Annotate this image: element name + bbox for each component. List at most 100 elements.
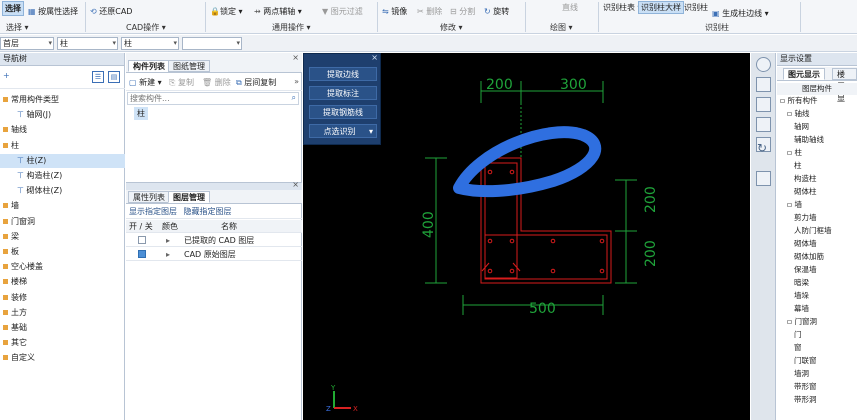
nav-tree-item[interactable]: 楼梯 [0,275,125,289]
delete-button[interactable]: ✂ 删除 [417,6,442,17]
nav-tree-item[interactable]: 墙 [0,199,125,213]
identify-column-button[interactable]: 识别柱 [684,2,708,13]
view-3d-icon[interactable] [756,57,771,72]
display-tree-item[interactable]: 暗梁 [777,277,857,289]
layer-visible-checkbox[interactable] [138,236,146,244]
display-tree-item[interactable]: 带形洞 [777,394,857,406]
zoom-icon[interactable] [756,171,771,186]
nav-tree-item[interactable]: 空心楼盖 [0,260,125,274]
layer-filter-button[interactable]: ▼ 图元过滤 [322,6,363,17]
display-tree-item[interactable]: 门联窗 [777,355,857,367]
component-item[interactable]: 柱 [134,107,148,120]
display-tree-item[interactable]: 门 [777,329,857,341]
tab-floor-display[interactable]: 楼层显 [832,68,857,103]
layer-copy-button[interactable]: ⧉ 层间复制 [236,77,276,88]
nav-tree-item[interactable]: 轴线 [0,123,125,137]
display-tree-item[interactable]: 砌体加筋 [777,251,857,263]
close-icon[interactable]: × [292,53,299,62]
attr-select-button[interactable]: ▦ 按属性选择 [28,6,78,17]
nav-tree-item[interactable]: 常用构件类型 [0,93,125,107]
layer-color-swatch[interactable]: ▸ [166,248,170,261]
search-icon[interactable]: ⌕ [292,93,296,103]
display-tree-item[interactable]: 砌体柱 [777,186,857,198]
grid-view-icon[interactable]: ▤ [108,71,120,83]
two-point-aux-button[interactable]: ⇸ 两点辅轴 ▾ [254,6,302,17]
tab-attribute-list[interactable]: 属性列表 [128,191,170,203]
identify-column-table-button[interactable]: 识别柱表 ▾ [603,2,642,13]
select-button[interactable]: 选择 [2,1,24,16]
display-tree-item[interactable]: ▫ 所有构件 [777,95,857,107]
display-tree-item[interactable]: ▫ 墙 [777,199,857,211]
new-button[interactable]: ▢ 新建 ▾ [129,77,162,88]
nav-tree-item[interactable]: 柱 [0,139,125,153]
nav-tree-item[interactable]: 门窗洞 [0,215,125,229]
extract-edge-button[interactable]: 提取边线 [309,67,377,81]
display-tree-item[interactable]: ▫ 门窗洞 [777,316,857,328]
layer-row[interactable]: ▸ 已提取的 CAD 图层 [126,234,302,247]
search-box[interactable]: ⌕ [127,92,299,105]
extract-rebar-button[interactable]: 提取钢筋线 [309,105,377,119]
display-tree-item[interactable]: ▫ 轴线 [777,108,857,120]
mirror-button[interactable]: ⇋ 镜像 [382,6,407,17]
show-layer-button[interactable]: 显示指定图层 [129,207,177,216]
display-tree-item[interactable]: 保温墙 [777,264,857,276]
type-select-2[interactable]: 柱 ▾ [121,37,179,50]
identify-column-large-button[interactable]: 识别柱大样 [638,1,684,14]
nav-tree-item[interactable]: 板 [0,245,125,259]
display-tree-item[interactable]: 墙垛 [777,290,857,302]
copy-button[interactable]: ⎘ 复制 [169,77,194,88]
tab-drawing-manage[interactable]: 图纸管理 [168,60,210,72]
view-top-icon[interactable] [756,77,771,92]
line-button[interactable]: 直线 [562,2,578,13]
display-tree-item[interactable]: 辅助轴线 [777,134,857,146]
tab-layer-manage[interactable]: 图层管理 [168,191,210,203]
restore-cad-button[interactable]: ⟲ 还原CAD [90,6,132,17]
type-select-3[interactable]: ▾ [182,37,242,50]
more-icon[interactable]: » [294,77,299,86]
add-icon[interactable]: + [3,71,10,80]
display-tree-item[interactable]: 构造柱 [777,173,857,185]
close-icon[interactable]: × [371,53,378,62]
splitter[interactable]: × [126,180,302,190]
hide-layer-button[interactable]: 隐藏指定图层 [184,207,232,216]
type-select-1[interactable]: 柱 ▾ [57,37,118,50]
display-tree-item[interactable]: 柱 [777,160,857,172]
list-view-icon[interactable]: ☰ [92,71,104,83]
refresh-icon[interactable]: ↻ [757,141,767,155]
display-tree-item[interactable]: 剪力墙 [777,212,857,224]
nav-tree-item[interactable]: ⊤ 轴网(J) [0,108,125,122]
extract-label-button[interactable]: 提取标注 [309,86,377,100]
display-tree-item[interactable]: 幕墙 [777,303,857,315]
nav-tree-item[interactable]: ⊤ 柱(Z) [0,153,125,168]
delete-component-button[interactable]: 🗑 删除 [202,77,231,88]
display-tree-item[interactable]: 砌体墙 [777,238,857,250]
close-icon[interactable]: × [292,180,299,189]
tab-component-list[interactable]: 构件列表 [128,60,170,72]
display-tree-item[interactable]: 墙洞 [777,368,857,380]
view-box-icon[interactable] [756,117,771,132]
floor-select[interactable]: 首层 ▾ [0,37,54,50]
nav-tree-item[interactable]: 其它 [0,336,125,350]
layer-visible-checkbox[interactable] [138,250,146,258]
display-tree-item[interactable]: 人防门框墙 [777,225,857,237]
nav-tree-item[interactable]: ⊤ 构造柱(Z) [0,169,125,183]
lock-button[interactable]: 🔒锁定 ▾ [210,6,243,17]
nav-tree-item[interactable]: 自定义 [0,351,125,365]
nav-tree-item[interactable]: 基础 [0,321,125,335]
display-tree-item[interactable]: ▫ 柱 [777,147,857,159]
nav-tree-item[interactable]: ⊤ 砌体柱(Z) [0,184,125,198]
nav-tree-item[interactable]: 土方 [0,306,125,320]
rotate-button[interactable]: ↻ 旋转 [484,6,509,17]
tab-element-display[interactable]: 图元显示 [783,68,825,80]
display-tree-item[interactable]: 窗 [777,342,857,354]
layer-row[interactable]: ▸ CAD 原始图层 [126,248,302,261]
split-button[interactable]: ⊟ 分割 [450,6,475,17]
nav-tree-item[interactable]: 梁 [0,230,125,244]
display-tree-item[interactable]: 带形窗 [777,381,857,393]
search-input[interactable] [128,93,278,104]
layer-color-swatch[interactable]: ▸ [166,234,170,247]
point-identify-button[interactable]: 点选识别 ▾ [309,124,377,138]
view-front-icon[interactable] [756,97,771,112]
display-tree-item[interactable]: 轴网 [777,121,857,133]
generate-column-edge-button[interactable]: ▣ 生成柱边线 ▾ [712,8,769,19]
